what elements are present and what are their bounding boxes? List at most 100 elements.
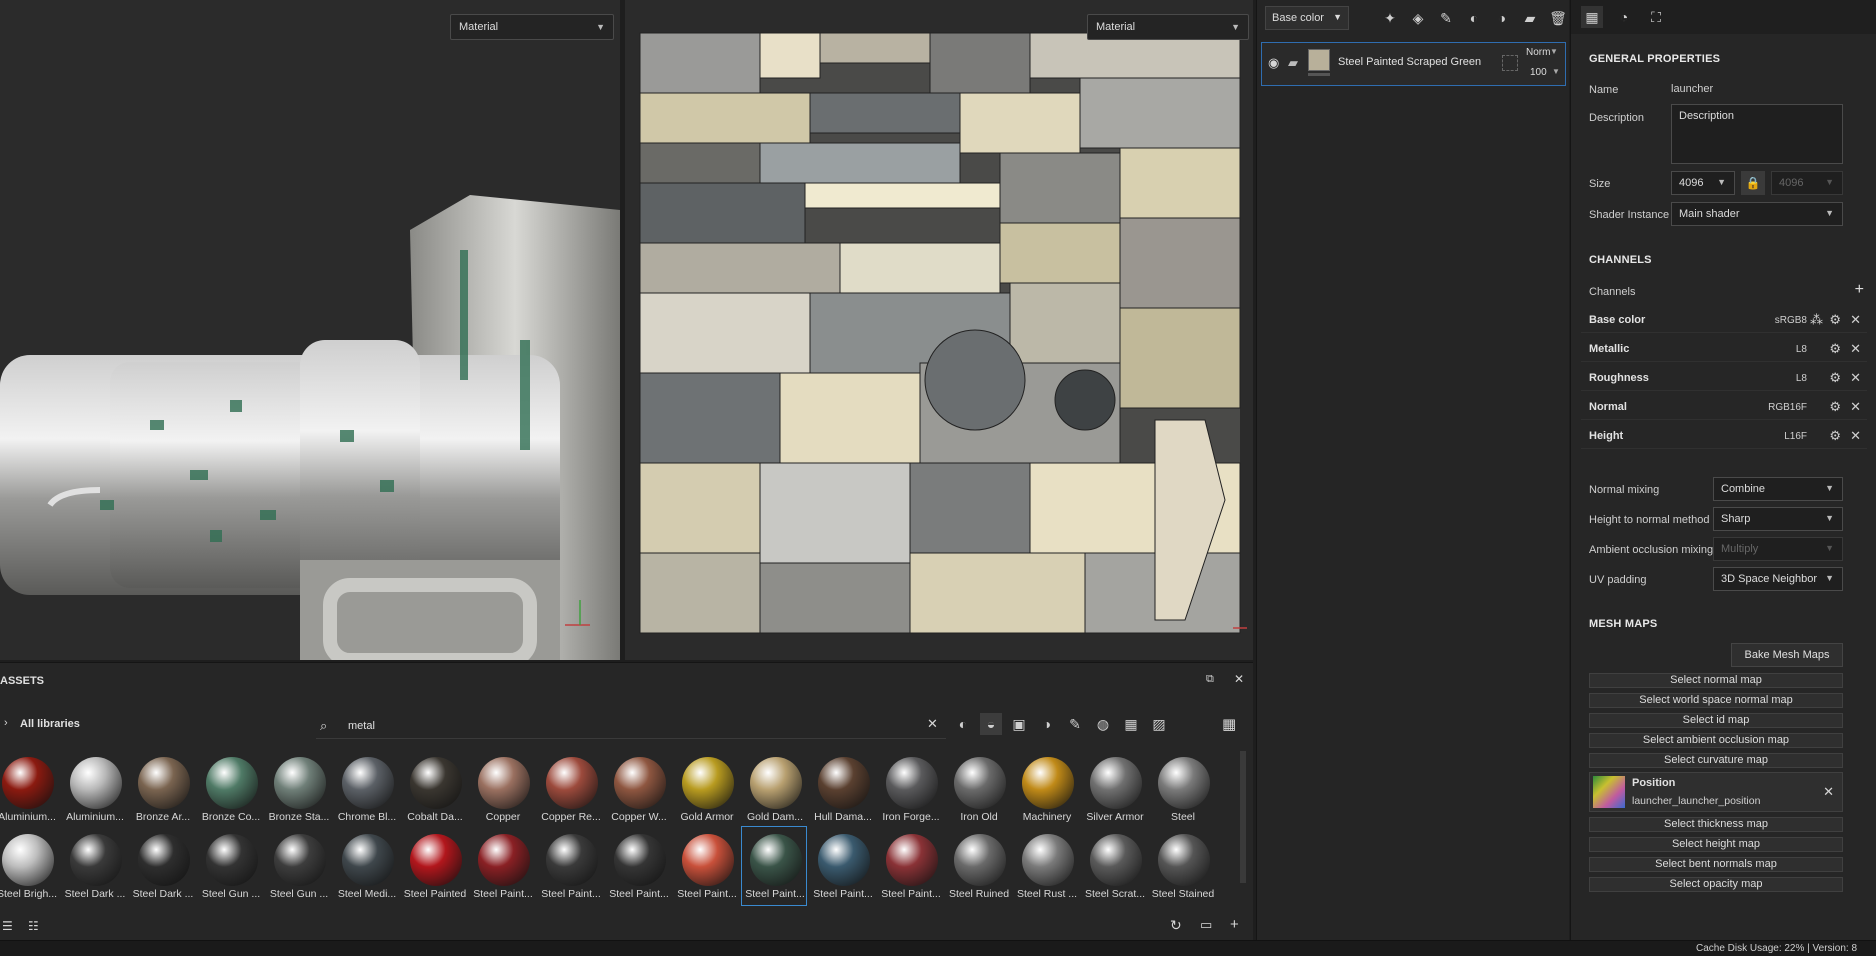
select-world-space-normal-map-button[interactable]: Select world space normal map [1589, 693, 1843, 708]
select-curvature-map-button[interactable]: Select curvature map [1589, 753, 1843, 768]
shader-instance-select[interactable]: Main shader ▼ [1671, 202, 1843, 226]
texture-filter-icon[interactable]: ▣ [1008, 713, 1030, 735]
name-value[interactable]: launcher [1671, 83, 1713, 95]
gear-icon[interactable]: ⚙ [1829, 399, 1841, 415]
gear-icon[interactable]: ⚙ [1829, 428, 1841, 444]
smart-material-icon[interactable]: ◈ [1407, 7, 1429, 29]
smart-material-filter-icon[interactable]: ◒ [980, 713, 1002, 735]
viewport3d-material-select[interactable]: Material ▼ [450, 14, 614, 40]
close-icon[interactable]: ✕ [1234, 672, 1244, 686]
asset-thumbnail[interactable]: Bronze Ar... [130, 753, 196, 827]
asset-thumbnail[interactable]: Steel Stained [1150, 830, 1216, 904]
asset-thumbnail[interactable]: Steel Gun ... [266, 830, 332, 904]
select-ambient-occlusion-map-button[interactable]: Select ambient occlusion map [1589, 733, 1843, 748]
magic-wand-icon[interactable]: ✦ [1379, 7, 1401, 29]
asset-thumbnail[interactable]: Steel Paint... [674, 830, 740, 904]
grid-view-icon[interactable]: ▦ [1222, 715, 1236, 733]
clear-search-icon[interactable]: ✕ [927, 716, 938, 732]
display-settings-icon[interactable]: ⛶ [1645, 6, 1667, 28]
viewport-3d[interactable]: Material ▼ [0, 0, 620, 660]
asset-thumbnail[interactable]: Steel Medi... [334, 830, 400, 904]
color-profile-icon[interactable]: ⁂ [1810, 312, 1823, 328]
select-id-map-button[interactable]: Select id map [1589, 713, 1843, 728]
alpha-filter-icon[interactable]: ◍ [1092, 713, 1114, 735]
asset-thumbnail[interactable]: Silver Armor [1082, 753, 1148, 827]
asset-thumbnail[interactable]: Copper Re... [538, 753, 604, 827]
layer-mask-slot[interactable] [1502, 55, 1518, 71]
select-height-map-button[interactable]: Select height map [1589, 837, 1843, 852]
gear-icon[interactable]: ⚙ [1829, 341, 1841, 357]
viewport2d-material-select[interactable]: Material ▼ [1087, 14, 1249, 40]
asset-thumbnail[interactable]: Aluminium... [62, 753, 128, 827]
channel-format[interactable]: L16F [1784, 431, 1807, 442]
close-icon[interactable]: ✕ [1850, 399, 1861, 415]
asset-thumbnail[interactable]: Steel [1150, 753, 1216, 827]
grid-pattern-filter-icon[interactable]: ▦ [1120, 713, 1142, 735]
asset-thumbnail[interactable]: Steel Paint... [606, 830, 672, 904]
search-input[interactable]: metal [348, 720, 375, 732]
layer-row[interactable]: ◉ ▰ Steel Painted Scraped Green Norm ▼ 1… [1261, 42, 1566, 86]
asset-thumbnail[interactable]: Gold Dam... [742, 753, 808, 827]
all-libraries-label[interactable]: All libraries [20, 718, 80, 730]
close-icon[interactable]: ✕ [1850, 341, 1861, 357]
asset-thumbnail[interactable]: Copper [470, 753, 536, 827]
maximize-icon[interactable]: ⧉ [1206, 673, 1214, 686]
gear-icon[interactable]: ⚙ [1829, 370, 1841, 386]
add-asset-icon[interactable]: + [1230, 916, 1239, 933]
folder-icon[interactable]: ▰ [1519, 7, 1541, 29]
mask-icon[interactable]: ◑ [1491, 7, 1513, 29]
close-icon[interactable]: ✕ [1850, 370, 1861, 386]
asset-thumbnail[interactable]: Copper W... [606, 753, 672, 827]
fill-icon[interactable]: ◐ [1463, 7, 1485, 29]
close-icon[interactable]: ✕ [1823, 784, 1834, 800]
chevron-right-icon[interactable]: › [4, 717, 8, 729]
environment-filter-icon[interactable]: ▨ [1148, 713, 1170, 735]
select-normal-map-button[interactable]: Select normal map [1589, 673, 1843, 688]
asset-thumbnail[interactable]: Cobalt Da... [402, 753, 468, 827]
asset-thumbnail[interactable]: Hull Dama... [810, 753, 876, 827]
viewport-2d[interactable]: Material ▼ [625, 0, 1253, 660]
layer-blend-mode[interactable]: Norm [1526, 47, 1550, 58]
asset-thumbnail[interactable]: Steel Dark ... [130, 830, 196, 904]
asset-thumbnail[interactable]: Steel Ruined [946, 830, 1012, 904]
normal-mixing-select[interactable]: Combine ▼ [1713, 477, 1843, 501]
channel-select[interactable]: Base color ▼ [1265, 6, 1349, 30]
asset-thumbnail[interactable]: Machinery [1014, 753, 1080, 827]
channel-format[interactable]: RGB16F [1768, 402, 1807, 413]
asset-thumbnail[interactable]: Aluminium... [0, 753, 60, 827]
brush-icon[interactable]: ✎ [1435, 7, 1457, 29]
channel-row[interactable]: Metallic L8 ⚙ ✕ [1581, 338, 1867, 362]
height-to-normal-select[interactable]: Sharp ▼ [1713, 507, 1843, 531]
description-field[interactable]: Description [1671, 104, 1843, 164]
channel-row[interactable]: Height L16F ⚙ ✕ [1581, 425, 1867, 449]
asset-thumbnail[interactable]: Iron Old [946, 753, 1012, 827]
select-bent-normals-map-button[interactable]: Select bent normals map [1589, 857, 1843, 872]
channel-format[interactable]: L8 [1796, 373, 1807, 384]
asset-thumbnail[interactable]: Steel Paint... [470, 830, 536, 904]
close-icon[interactable]: ✕ [1850, 312, 1861, 328]
layer-opacity[interactable]: 100 [1530, 67, 1547, 78]
asset-thumbnail[interactable]: Steel Paint... [878, 830, 944, 904]
asset-search[interactable]: ⌕ metal [316, 715, 946, 739]
texture-set-settings-icon[interactable]: ▦ [1581, 6, 1603, 28]
asset-thumbnail[interactable]: Gold Armor [674, 753, 740, 827]
channel-format[interactable]: sRGB8 [1775, 315, 1807, 326]
select-opacity-map-button[interactable]: Select opacity map [1589, 877, 1843, 892]
size-select[interactable]: 4096 ▼ [1671, 171, 1735, 195]
import-icon[interactable]: ▭ [1200, 917, 1212, 933]
material-filter-icon[interactable]: ◐ [952, 713, 974, 735]
bake-mesh-maps-button[interactable]: Bake Mesh Maps [1731, 643, 1843, 667]
channel-row[interactable]: Roughness L8 ⚙ ✕ [1581, 367, 1867, 391]
uv-padding-select[interactable]: 3D Space Neighbor ▼ [1713, 567, 1843, 591]
brush-filter-icon[interactable]: ✎ [1064, 713, 1086, 735]
channel-row[interactable]: Normal RGB16F ⚙ ✕ [1581, 396, 1867, 420]
asset-thumbnail[interactable]: Steel Gun ... [198, 830, 264, 904]
asset-thumbnail[interactable]: Steel Brigh... [0, 830, 60, 904]
asset-thumbnail[interactable]: Steel Paint... [810, 830, 876, 904]
position-map-slot[interactable]: Position launcher_launcher_position ✕ [1589, 772, 1843, 812]
lock-icon[interactable]: 🔒 [1741, 171, 1765, 195]
refresh-icon[interactable]: ↻ [1170, 917, 1182, 934]
filter-list-icon[interactable]: ☷ [28, 919, 39, 933]
asset-thumbnail[interactable]: Steel Scrat... [1082, 830, 1148, 904]
list-view-icon[interactable]: ☰ [2, 919, 13, 933]
